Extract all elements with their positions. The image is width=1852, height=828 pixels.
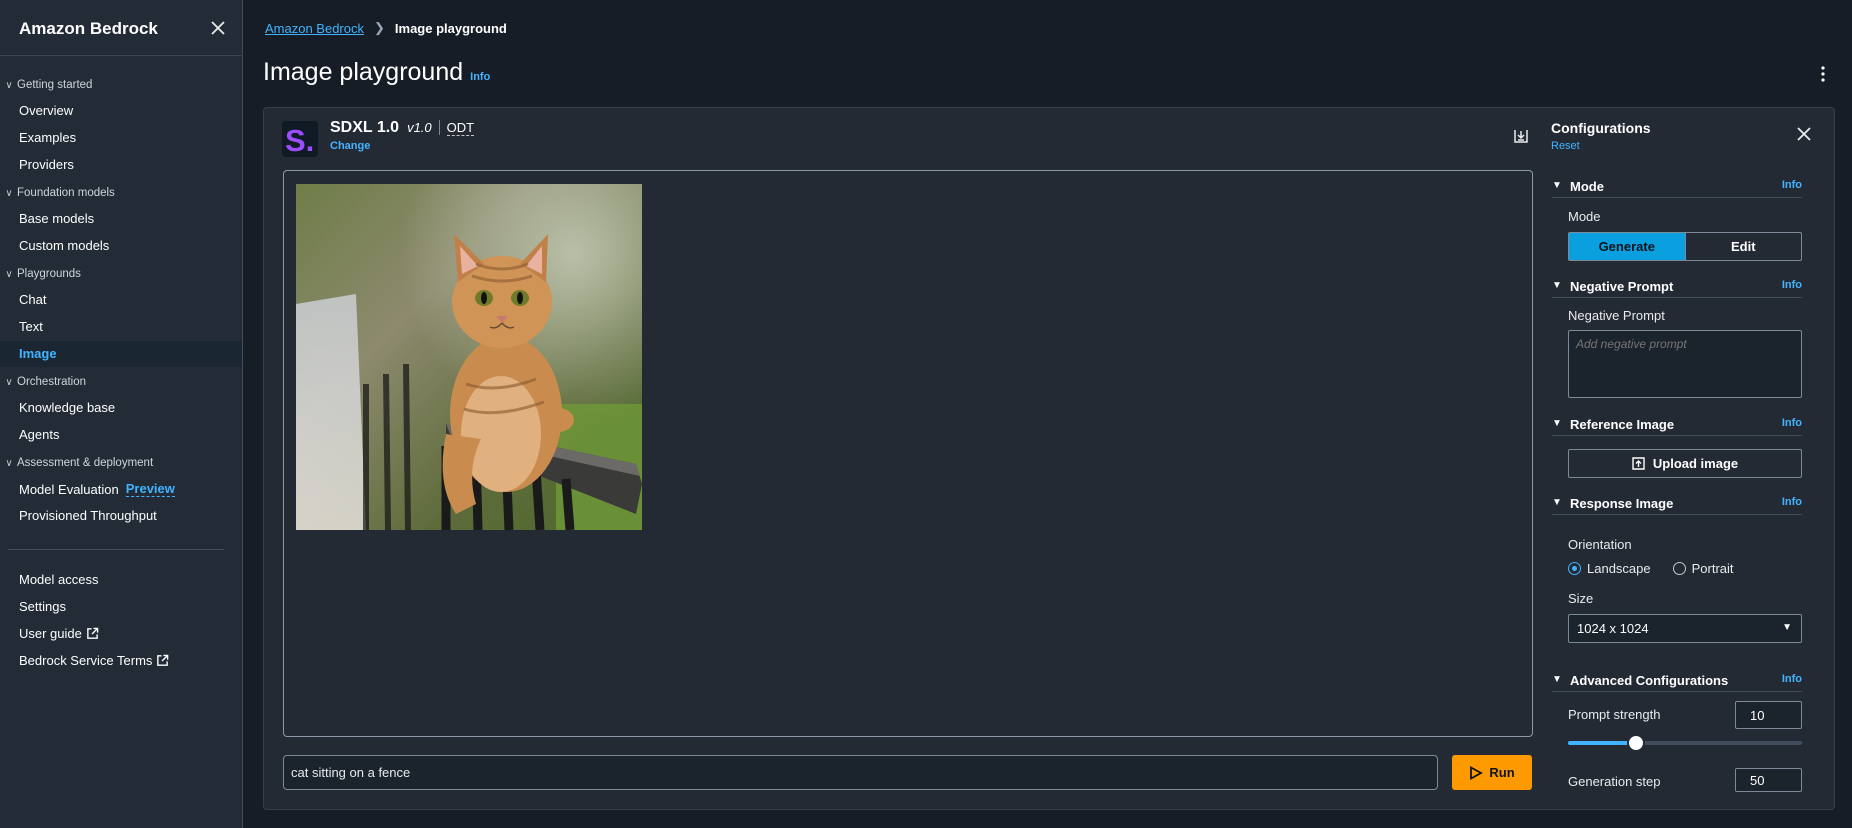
- sidebar-item-text[interactable]: Text: [19, 319, 43, 334]
- mode-label: Mode: [1568, 209, 1601, 224]
- sidebar-item-examples[interactable]: Examples: [19, 130, 76, 145]
- nav-section-assessment[interactable]: ∨ Assessment & deployment: [0, 457, 153, 469]
- info-link[interactable]: Info: [1782, 179, 1802, 191]
- svg-text:S.: S.: [285, 123, 314, 157]
- generation-step-input[interactable]: [1735, 768, 1802, 792]
- prompt-strength-slider[interactable]: [1568, 734, 1802, 752]
- chevron-right-icon: ❯: [374, 20, 385, 35]
- sidebar-item-custom-models[interactable]: Custom models: [19, 238, 109, 253]
- page-title: Image playground Info: [263, 58, 491, 86]
- more-options-icon[interactable]: [1815, 64, 1831, 84]
- throughput-label[interactable]: ODT: [446, 120, 475, 136]
- caret-down-icon: ▼: [1552, 418, 1562, 429]
- sidebar-item-provisioned-throughput[interactable]: Provisioned Throughput: [19, 508, 157, 523]
- sidebar-item-user-guide[interactable]: User guide: [19, 626, 99, 641]
- nav-section-playgrounds[interactable]: ∨ Playgrounds: [0, 268, 81, 280]
- model-logo: S.: [282, 121, 318, 157]
- breadcrumb-link-bedrock[interactable]: Amazon Bedrock: [265, 21, 364, 36]
- section-reference-image[interactable]: ▼ Reference Image Info: [1552, 416, 1802, 436]
- sidebar-item-settings[interactable]: Settings: [19, 599, 66, 614]
- play-icon: [1470, 765, 1484, 780]
- sidebar-item-overview[interactable]: Overview: [19, 103, 73, 118]
- chevron-down-icon: ∨: [5, 457, 13, 469]
- caret-down-icon: ▼: [1552, 180, 1562, 191]
- info-link[interactable]: Info: [470, 71, 490, 83]
- sidebar-item-providers[interactable]: Providers: [19, 157, 74, 172]
- caret-down-icon: ▼: [1552, 674, 1562, 685]
- generation-step-label: Generation step: [1568, 774, 1661, 789]
- model-name: SDXL 1.0 v1.0 ODT: [330, 119, 475, 136]
- brand-title[interactable]: Amazon Bedrock: [19, 19, 158, 39]
- info-link[interactable]: Info: [1782, 673, 1802, 685]
- caret-down-icon: ▼: [1782, 622, 1792, 633]
- sidebar-item-chat[interactable]: Chat: [19, 292, 46, 307]
- negative-prompt-label: Negative Prompt: [1568, 308, 1665, 323]
- caret-down-icon: ▼: [1552, 497, 1562, 508]
- size-label: Size: [1568, 591, 1594, 606]
- nav-section-foundation-models[interactable]: ∨ Foundation models: [0, 187, 114, 199]
- size-select[interactable]: 1024 x 1024 ▼: [1568, 614, 1802, 643]
- prompt-input[interactable]: [283, 755, 1438, 790]
- prompt-strength-label: Prompt strength: [1568, 707, 1661, 722]
- breadcrumb: Amazon Bedrock ❯ Image playground: [265, 20, 507, 36]
- sidebar-item-model-access[interactable]: Model access: [19, 572, 98, 587]
- sidebar-item-base-models[interactable]: Base models: [19, 211, 94, 226]
- model-version: v1.0: [407, 120, 440, 135]
- divider: [8, 549, 224, 550]
- change-model-link[interactable]: Change: [330, 140, 370, 152]
- orientation-label: Orientation: [1568, 537, 1632, 552]
- landscape-radio[interactable]: [1568, 562, 1581, 575]
- prompt-strength-input[interactable]: [1735, 701, 1802, 729]
- side-navigation: Amazon Bedrock ∨ Getting started Overview…: [0, 0, 243, 828]
- section-mode[interactable]: ▼ Mode Info: [1552, 178, 1802, 198]
- divider: [0, 55, 243, 56]
- external-link-icon: [87, 627, 99, 639]
- generated-image[interactable]: [296, 184, 642, 530]
- preview-badge: Preview: [125, 481, 175, 497]
- close-icon[interactable]: [1794, 124, 1814, 144]
- mode-segmented-control: Generate Edit: [1568, 232, 1802, 261]
- breadcrumb-current: Image playground: [394, 20, 507, 36]
- sidebar-item-image[interactable]: Image: [19, 346, 57, 361]
- section-negative-prompt[interactable]: ▼ Negative Prompt Info: [1552, 278, 1802, 298]
- chevron-down-icon: ∨: [5, 268, 13, 280]
- caret-down-icon: ▼: [1552, 280, 1562, 291]
- info-link[interactable]: Info: [1782, 279, 1802, 291]
- slider-thumb[interactable]: [1626, 734, 1645, 752]
- reset-link[interactable]: Reset: [1551, 140, 1580, 152]
- info-link[interactable]: Info: [1782, 496, 1802, 508]
- mode-generate-button[interactable]: Generate: [1569, 233, 1685, 260]
- configurations-title: Configurations: [1551, 120, 1651, 136]
- run-button[interactable]: Run: [1452, 755, 1532, 790]
- sidebar-item-knowledge-base[interactable]: Knowledge base: [19, 400, 115, 415]
- info-link[interactable]: Info: [1782, 417, 1802, 429]
- upload-image-button[interactable]: Upload image: [1568, 449, 1802, 478]
- portrait-radio[interactable]: [1672, 562, 1686, 575]
- orientation-radio-group: Landscape Portrait: [1568, 561, 1734, 576]
- upload-icon: [1632, 457, 1645, 470]
- section-response-image[interactable]: ▼ Response Image Info: [1552, 495, 1802, 515]
- chevron-down-icon: ∨: [5, 376, 13, 388]
- nav-section-getting-started[interactable]: ∨ Getting started: [0, 79, 92, 91]
- chevron-down-icon: ∨: [5, 187, 13, 199]
- download-icon[interactable]: [1513, 128, 1529, 144]
- negative-prompt-input[interactable]: [1568, 330, 1802, 398]
- external-link-icon: [157, 654, 169, 666]
- sidebar-item-service-terms[interactable]: Bedrock Service Terms: [19, 653, 169, 668]
- chevron-down-icon: ∨: [5, 79, 13, 91]
- sidebar-item-agents[interactable]: Agents: [19, 427, 59, 442]
- nav-section-orchestration[interactable]: ∨ Orchestration: [0, 376, 86, 388]
- close-icon[interactable]: [206, 16, 230, 40]
- sidebar-item-model-evaluation[interactable]: Model Evaluation Preview: [19, 481, 175, 497]
- section-advanced-configurations[interactable]: ▼ Advanced Configurations Info: [1552, 672, 1802, 692]
- mode-edit-button[interactable]: Edit: [1684, 233, 1802, 260]
- slider-fill: [1568, 741, 1636, 745]
